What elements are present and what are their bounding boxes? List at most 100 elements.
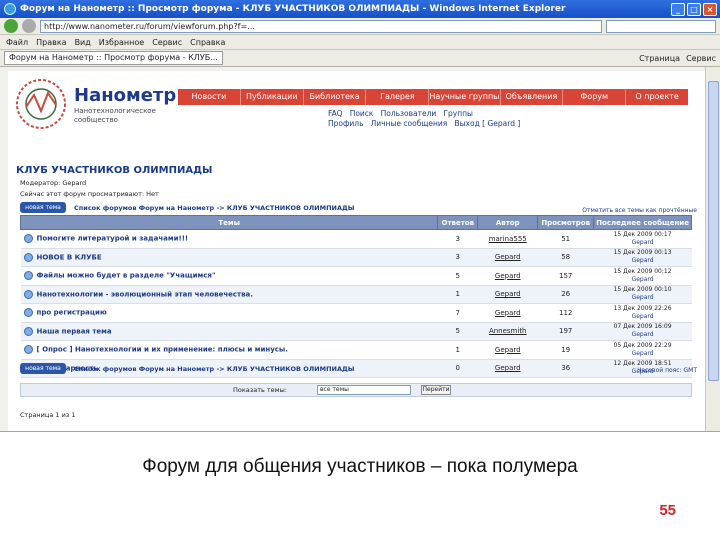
nav-publications[interactable]: Публикации (241, 89, 304, 105)
table-row[interactable]: Нанотехнологии - эволюционный этап челов… (20, 285, 692, 304)
topic-title-cell[interactable]: НОВОЕ В КЛУБЕ (20, 248, 438, 267)
topic-author[interactable]: Gepard (477, 359, 538, 378)
topic-title-cell[interactable]: [ Опрос ] Нанотехнологии и их применение… (20, 340, 438, 360)
topic-views: 51 (537, 229, 594, 249)
minimize-button[interactable]: _ (671, 2, 685, 16)
page-menu[interactable]: Страница (639, 54, 680, 63)
users-link[interactable]: Пользователи (381, 109, 437, 118)
topic-last-post: 15 Дек 2009 00:12 Gepard (593, 266, 692, 286)
topic-title-cell[interactable]: Нанотехнологии - эволюционный этап челов… (20, 285, 438, 304)
slide-caption: Форум для общения участников – пока полу… (142, 456, 578, 477)
topic-title-cell[interactable]: про регистрацию (20, 303, 438, 323)
topic-title[interactable]: НОВОЕ В КЛУБЕ (37, 253, 102, 261)
nanometer-logo-icon[interactable] (14, 77, 68, 131)
nav-about[interactable]: О проекте (626, 89, 688, 105)
folder-icon (23, 234, 33, 244)
menu-view[interactable]: Вид (75, 38, 91, 47)
address-input[interactable]: http://www.nanometer.ru/forum/viewforum.… (40, 19, 602, 33)
topic-views: 197 (537, 322, 594, 341)
folder-icon (23, 252, 33, 262)
nav-forum[interactable]: Форум (563, 89, 627, 105)
pm-link[interactable]: Личные сообщения (371, 119, 448, 128)
topic-author[interactable]: Gepard (477, 303, 538, 323)
tab-forum[interactable]: Форум на Нанометр :: Просмотр форума - К… (4, 51, 223, 65)
table-row[interactable]: НОВОЕ В КЛУБЕ 3 Gepard 58 15 Дек 2009 00:13 G… (20, 248, 692, 267)
topic-author[interactable]: marina555 (477, 229, 538, 249)
maximize-button[interactable]: □ (687, 2, 701, 16)
last-post-date: 13 Дек 2009 22:26 (613, 304, 672, 312)
col-topics: Темы (19, 215, 439, 230)
last-post-date: 15 Дек 2009 00:10 (613, 286, 672, 294)
topic-title[interactable]: Помогите литературой и задачами!!! (37, 235, 189, 243)
faq-link[interactable]: FAQ (328, 109, 343, 118)
last-post-author[interactable]: Gepard (597, 350, 689, 358)
tools-menu[interactable]: Сервис (686, 54, 716, 63)
last-post-author[interactable]: Gepard (597, 313, 689, 321)
slide-number: 55 (659, 502, 676, 519)
profile-link[interactable]: Профиль (328, 119, 364, 128)
table-row[interactable]: Файлы можно будет в разделе "Учащимся" 5 G… (20, 266, 692, 286)
close-button[interactable]: × (703, 2, 717, 16)
groups-link[interactable]: Группы (443, 109, 473, 118)
forum-page: Нанометр Нанотехнологическое сообщество … (8, 71, 705, 431)
nav-ads[interactable]: Объявления (501, 89, 564, 105)
topic-title-cell[interactable]: Наша первая тема (20, 322, 438, 341)
search-input[interactable] (606, 19, 716, 33)
table-row[interactable]: Помогите литературой и задачами!!! 3 marin… (20, 229, 692, 249)
table-row[interactable]: [ Опрос ] Нанотехнологии и их применение… (20, 340, 692, 360)
forward-button[interactable] (22, 19, 36, 33)
jump-bar: Показать темы: все темы Перейти (20, 383, 692, 397)
window-title: Форум на Нанометр :: Просмотр форума - К… (20, 4, 566, 14)
menu-favorites[interactable]: Избранное (99, 38, 144, 47)
topic-title[interactable]: Нанотехнологии - эволюционный этап челов… (37, 290, 253, 298)
topic-title[interactable]: [ Опрос ] Нанотехнологии и их применение… (37, 346, 288, 354)
topic-author[interactable]: Gepard (477, 266, 538, 286)
topic-views: 36 (537, 359, 594, 378)
nav-library[interactable]: Библиотека (304, 89, 367, 105)
topic-last-post: 15 Дек 2009 00:10 Gepard (593, 285, 692, 304)
last-post-author[interactable]: Gepard (597, 294, 689, 302)
forum-title[interactable]: КЛУБ УЧАСТНИКОВ ОЛИМПИАДЫ (16, 165, 212, 176)
menu-file[interactable]: Файл (6, 38, 28, 47)
topic-author[interactable]: Gepard (477, 285, 538, 304)
go-button[interactable]: Перейти (421, 385, 451, 395)
topic-author[interactable]: Gepard (477, 248, 538, 267)
table-row[interactable]: про регистрацию 7 Gepard 112 13 Дек 2009 22:… (20, 303, 692, 323)
menu-edit[interactable]: Правка (36, 38, 66, 47)
new-topic-button-bottom[interactable]: новая тема (20, 363, 66, 374)
logout-link[interactable]: Выход [ Gepard ] (454, 119, 520, 128)
breadcrumb-bottom[interactable]: Список форумов Форум на Нанометр -> КЛУБ… (74, 365, 355, 373)
col-author: Автор (477, 215, 539, 230)
last-post-author[interactable]: Gepard (597, 331, 689, 339)
topic-author[interactable]: Gepard (477, 340, 538, 360)
last-post-author[interactable]: Gepard (597, 257, 689, 265)
back-button[interactable] (4, 19, 18, 33)
nav-groups[interactable]: Научные группы (429, 89, 501, 105)
topic-title[interactable]: Файлы можно будет в разделе "Учащимся" (37, 272, 216, 280)
topic-author[interactable]: Annesmith (477, 322, 538, 341)
last-post-author[interactable]: Gepard (597, 276, 689, 284)
site-nav: Новости Публикации Библиотека Галерея На… (178, 89, 688, 105)
folder-icon (23, 289, 33, 299)
breadcrumb[interactable]: Список форумов Форум на Нанометр -> КЛУБ… (74, 204, 355, 212)
search-link[interactable]: Поиск (350, 109, 374, 118)
menu-tools[interactable]: Сервис (152, 38, 182, 47)
nav-gallery[interactable]: Галерея (366, 89, 430, 105)
nav-news[interactable]: Новости (178, 89, 241, 105)
new-topic-button[interactable]: новая тема (20, 202, 66, 213)
topic-title-cell[interactable]: Файлы можно будет в разделе "Учащимся" (20, 266, 438, 286)
topic-title-cell[interactable]: Помогите литературой и задачами!!! (20, 229, 438, 249)
show-topics-select[interactable]: все темы (317, 385, 411, 395)
last-post-date: 15 Дек 2009 00:17 (613, 230, 672, 238)
address-bar: http://www.nanometer.ru/forum/viewforum.… (0, 18, 720, 35)
topic-title[interactable]: Наша первая тема (37, 327, 112, 335)
vertical-scrollbar[interactable] (705, 67, 720, 431)
table-row[interactable]: Наша первая тема 5 Annesmith 197 07 Дек 2009… (20, 322, 692, 341)
menu-help[interactable]: Справка (190, 38, 225, 47)
last-post-author[interactable]: Gepard (597, 239, 689, 247)
mark-read-link[interactable]: Отметить все темы как прочтённые (582, 207, 697, 214)
scrollbar-thumb[interactable] (708, 81, 719, 381)
topic-views: 112 (537, 303, 594, 323)
topic-title[interactable]: про регистрацию (37, 309, 107, 317)
col-last-post: Последнее сообщение (593, 215, 692, 230)
